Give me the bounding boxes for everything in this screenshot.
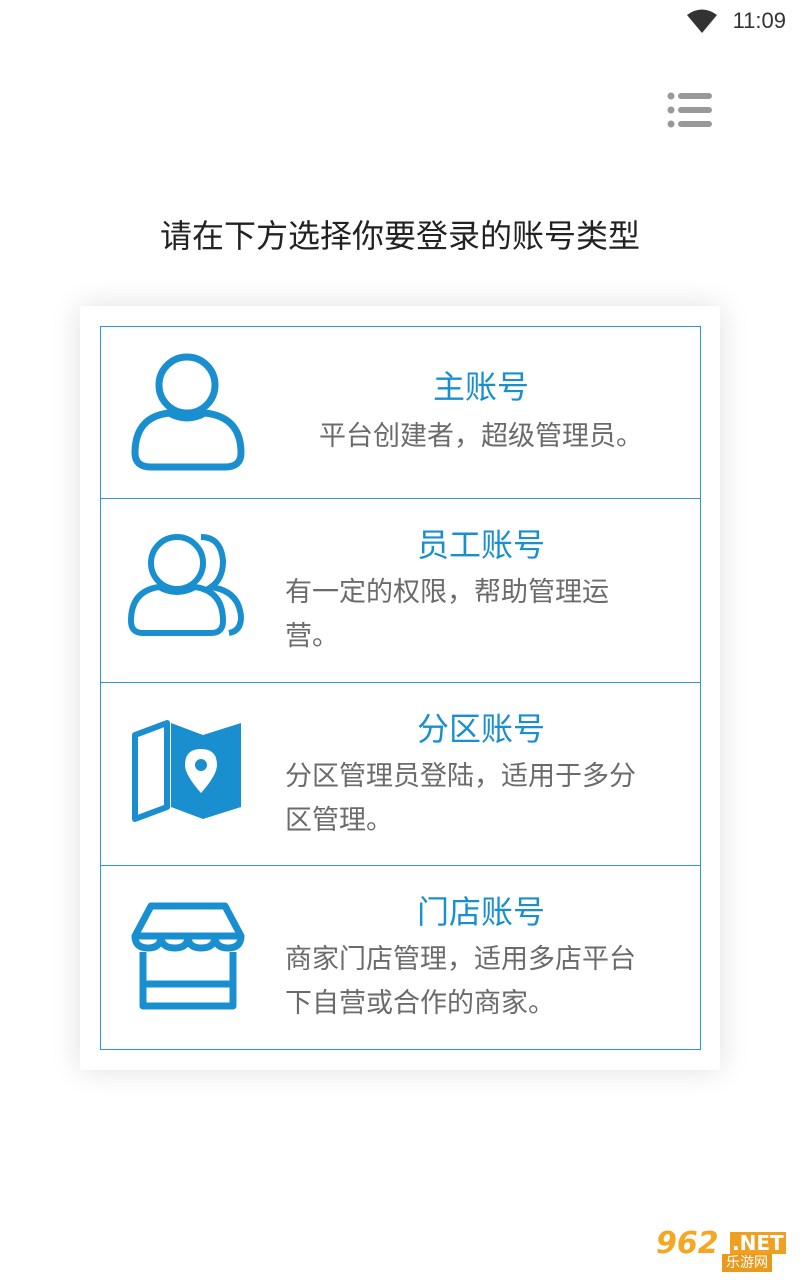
account-option-description-line2: 区管理。 xyxy=(285,805,393,836)
users-icon xyxy=(127,534,245,636)
status-bar: 11:09 xyxy=(0,0,800,42)
account-option-title: 员工账号 xyxy=(416,526,545,564)
account-option-staff[interactable]: 员工账号 有一定的权限，帮助管理运 营。 xyxy=(101,499,700,683)
account-option-description-line1: 有一定的权限，帮助管理运 xyxy=(285,577,609,608)
wifi-icon xyxy=(687,9,717,33)
account-type-card: 主账号 平台创建者，超级管理员。 员工账号 有一定的权限，帮助管理运 营。 分区… xyxy=(80,306,720,1070)
site-watermark: 962 .NET 乐游网 xyxy=(656,1228,790,1272)
account-option-description: 平台创建者，超级管理员。 xyxy=(319,421,643,452)
account-option-region[interactable]: 分区账号 分区管理员登陆，适用于多分 区管理。 xyxy=(101,683,700,866)
account-option-store[interactable]: 门店账号 商家门店管理，适用多店平台 下自营或合作的商家。 xyxy=(101,866,700,1049)
account-option-title: 主账号 xyxy=(432,368,529,406)
user-icon xyxy=(131,353,245,471)
account-option-main[interactable]: 主账号 平台创建者，超级管理员。 xyxy=(101,327,700,499)
account-option-title: 分区账号 xyxy=(416,710,545,748)
watermark-brand: 962 xyxy=(656,1226,719,1261)
account-option-description-line2: 下自营或合作的商家。 xyxy=(285,988,555,1019)
account-option-title: 门店账号 xyxy=(416,893,545,931)
store-icon xyxy=(131,902,245,1010)
account-option-description-line1: 分区管理员登陆，适用于多分 xyxy=(285,761,636,792)
page-title: 请在下方选择你要登录的账号类型 xyxy=(159,217,640,255)
watermark-subtitle: 乐游网 xyxy=(722,1254,772,1272)
clock: 11:09 xyxy=(732,8,786,33)
list-menu-icon xyxy=(667,92,712,128)
map-pin-icon xyxy=(132,720,241,822)
account-option-description-line2: 营。 xyxy=(285,621,339,652)
account-option-description-line1: 商家门店管理，适用多店平台 xyxy=(285,944,636,975)
list-menu-button[interactable] xyxy=(662,86,718,136)
account-type-list: 主账号 平台创建者，超级管理员。 员工账号 有一定的权限，帮助管理运 营。 分区… xyxy=(100,326,701,1050)
watermark-suffix: .NET xyxy=(730,1231,786,1255)
